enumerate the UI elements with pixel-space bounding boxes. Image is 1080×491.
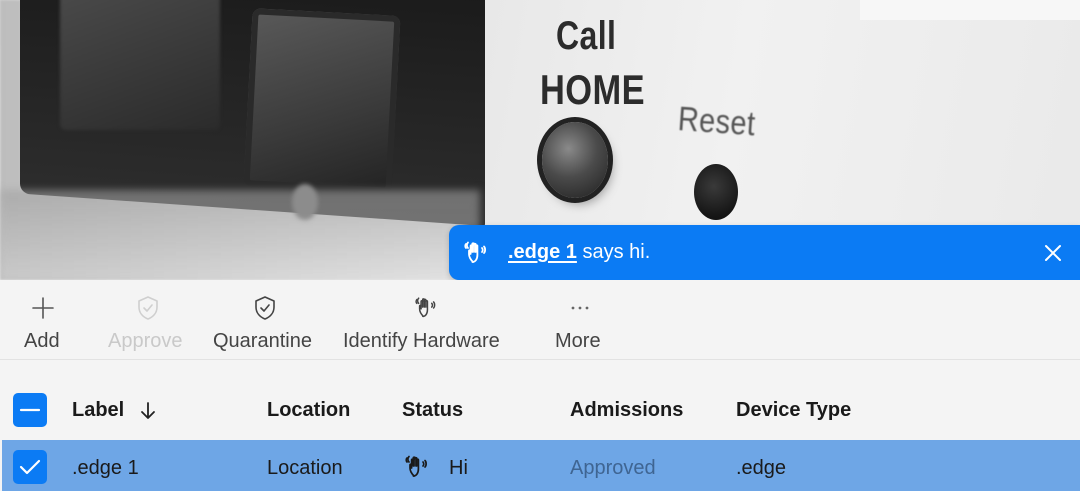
more-button-label: More bbox=[555, 330, 601, 352]
checkmark-icon bbox=[19, 459, 41, 475]
column-header-location[interactable]: Location bbox=[267, 399, 350, 422]
more-button[interactable]: More bbox=[552, 280, 608, 360]
waving-hand-icon bbox=[464, 241, 487, 263]
photo-shadow bbox=[0, 190, 480, 280]
column-header-label[interactable]: Label bbox=[72, 399, 124, 422]
identify-hardware-button[interactable]: Identify Hardware bbox=[340, 280, 520, 360]
indeterminate-icon bbox=[19, 408, 41, 412]
photo-call-home-button bbox=[542, 122, 608, 198]
table-header: Label Location Status Admissions Device … bbox=[0, 361, 1080, 439]
shield-check-icon bbox=[255, 296, 275, 320]
row-checkbox[interactable] bbox=[13, 450, 47, 484]
photo-led bbox=[292, 184, 318, 220]
cell-location: Location bbox=[267, 457, 343, 479]
cell-admissions: Approved bbox=[570, 457, 656, 479]
photo-call-label: Call bbox=[556, 14, 617, 58]
toast-message: .edge 1 says hi. bbox=[508, 241, 650, 264]
plus-icon bbox=[32, 297, 54, 319]
close-icon[interactable] bbox=[1042, 242, 1064, 264]
column-header-admissions[interactable]: Admissions bbox=[570, 399, 683, 422]
sort-descending-icon[interactable] bbox=[139, 401, 157, 421]
cell-device-type: .edge bbox=[736, 457, 787, 479]
select-all-checkbox[interactable] bbox=[13, 393, 47, 427]
photo-device-key bbox=[243, 8, 401, 194]
table-row[interactable]: .edge 1 Location Hi Approved .edge bbox=[2, 440, 1080, 491]
waving-hand-icon bbox=[415, 297, 436, 318]
photo-reset-label: Reset bbox=[676, 100, 757, 144]
photo-device-key bbox=[60, 0, 220, 130]
shield-check-icon bbox=[138, 296, 158, 320]
add-button[interactable]: Add bbox=[20, 280, 68, 360]
photo-device-white-panel-edge bbox=[860, 0, 1080, 20]
add-button-label: Add bbox=[24, 330, 60, 352]
quarantine-button-label: Quarantine bbox=[213, 330, 312, 352]
ellipsis-icon bbox=[571, 306, 589, 310]
approve-button-label: Approve bbox=[108, 330, 183, 352]
waving-hand-icon bbox=[405, 455, 427, 477]
approve-button[interactable]: Approve bbox=[104, 280, 194, 360]
cell-status: Hi bbox=[449, 457, 468, 479]
toast-device-link[interactable]: .edge 1 bbox=[508, 241, 577, 263]
column-header-device-type[interactable]: Device Type bbox=[736, 399, 851, 422]
cell-label[interactable]: .edge 1 bbox=[72, 457, 139, 480]
quarantine-button[interactable]: Quarantine bbox=[210, 280, 322, 360]
photo-reset-button bbox=[694, 164, 738, 220]
action-toolbar: Add Approve Quarantine Identify Hardware… bbox=[0, 280, 1080, 360]
column-header-status[interactable]: Status bbox=[402, 399, 463, 422]
toast-message-text: says hi. bbox=[582, 241, 651, 263]
photo-home-label: HOME bbox=[540, 66, 645, 113]
identify-hardware-button-label: Identify Hardware bbox=[343, 330, 500, 352]
notification-toast: .edge 1 says hi. bbox=[449, 225, 1080, 280]
